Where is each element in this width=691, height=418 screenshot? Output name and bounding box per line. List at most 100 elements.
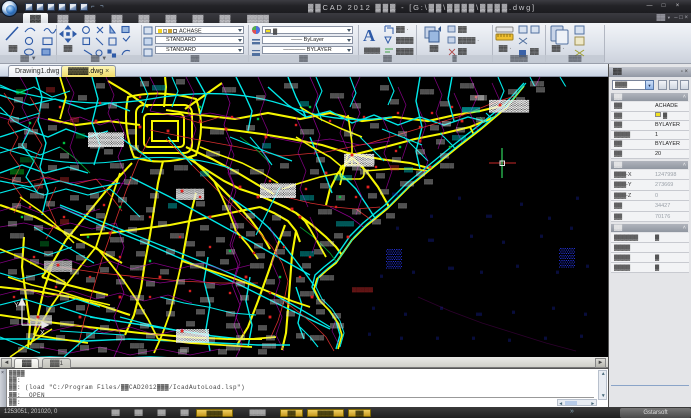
svg-text:▓▓▓: ▓▓▓ — [460, 82, 474, 89]
svg-text:▓▓▓: ▓▓▓ — [20, 156, 34, 163]
svg-text:▓▓: ▓▓ — [78, 94, 87, 101]
svg-text:▓▓▓: ▓▓▓ — [330, 92, 344, 99]
svg-text:▓▓: ▓▓ — [96, 224, 105, 231]
svg-text:▓▓▓: ▓▓▓ — [222, 86, 236, 93]
svg-text:▓▓: ▓▓ — [316, 156, 325, 163]
svg-text:▓▓: ▓▓ — [266, 334, 275, 341]
svg-text:▓▓▓: ▓▓▓ — [206, 150, 220, 157]
svg-text:▓▓: ▓▓ — [266, 278, 275, 285]
svg-text:▓▓: ▓▓ — [26, 274, 35, 281]
svg-text:▓▓▓: ▓▓▓ — [174, 164, 188, 171]
svg-text:▓▓: ▓▓ — [178, 348, 187, 355]
svg-text:▓▓▓: ▓▓▓ — [210, 128, 224, 135]
svg-text:▓▓: ▓▓ — [130, 144, 139, 151]
svg-text:▓▓: ▓▓ — [176, 334, 185, 341]
svg-text:▓▓: ▓▓ — [24, 214, 33, 221]
svg-text:▓▓: ▓▓ — [508, 88, 517, 95]
svg-text:▓▓: ▓▓ — [316, 308, 325, 315]
svg-text:▓▓▓: ▓▓▓ — [440, 162, 454, 169]
svg-text:▓▓: ▓▓ — [516, 96, 525, 103]
svg-text:▓▓: ▓▓ — [98, 346, 107, 353]
svg-text:▓▓: ▓▓ — [100, 324, 109, 331]
svg-text:▓▓: ▓▓ — [76, 242, 85, 249]
svg-text:▓▓▓: ▓▓▓ — [30, 342, 44, 349]
svg-text:▓▓: ▓▓ — [70, 164, 79, 171]
svg-text:▓▓: ▓▓ — [104, 148, 113, 155]
svg-text:▓▓: ▓▓ — [44, 250, 53, 257]
svg-text:▓▓▓: ▓▓▓ — [230, 222, 244, 229]
svg-text:▓▓: ▓▓ — [70, 268, 79, 275]
svg-text:▓▓▓: ▓▓▓ — [530, 80, 544, 87]
svg-text:▓▓: ▓▓ — [136, 250, 145, 257]
svg-text:▓▓▓: ▓▓▓ — [226, 344, 240, 351]
svg-text:▓▓: ▓▓ — [160, 268, 169, 275]
svg-text:▓▓: ▓▓ — [8, 268, 17, 275]
svg-text:▓▓: ▓▓ — [70, 194, 79, 201]
svg-text:▓▓: ▓▓ — [96, 82, 105, 89]
svg-text:▓▓▓: ▓▓▓ — [10, 232, 24, 239]
svg-text:▓▓: ▓▓ — [282, 230, 291, 237]
svg-text:▓▓▓: ▓▓▓ — [226, 322, 240, 329]
svg-text:▓▓: ▓▓ — [10, 116, 19, 123]
svg-text:▓▓: ▓▓ — [186, 240, 195, 247]
svg-text:▓▓▓: ▓▓▓ — [284, 82, 298, 89]
svg-text:▓▓: ▓▓ — [186, 320, 195, 327]
svg-text:▓▓: ▓▓ — [276, 248, 285, 255]
svg-text:▓▓▓: ▓▓▓ — [30, 315, 52, 325]
svg-text:▓▓: ▓▓ — [380, 84, 389, 91]
svg-text:▓▓: ▓▓ — [76, 254, 85, 261]
svg-text:▓▓: ▓▓ — [216, 236, 225, 243]
svg-text:▓▓: ▓▓ — [246, 230, 255, 237]
svg-text:▓▓: ▓▓ — [116, 278, 125, 285]
svg-text:▓▓▓: ▓▓▓ — [262, 342, 276, 349]
svg-text:▓▓: ▓▓ — [302, 262, 311, 269]
svg-text:▓▓▓: ▓▓▓ — [330, 322, 344, 329]
svg-text:▓▓: ▓▓ — [18, 142, 27, 149]
svg-text:▓▓: ▓▓ — [14, 96, 23, 103]
svg-text:X: X — [40, 330, 45, 337]
svg-text:▓▓: ▓▓ — [200, 170, 209, 177]
svg-text:▓▓: ▓▓ — [146, 280, 155, 287]
svg-text:▓▓: ▓▓ — [48, 164, 57, 171]
svg-text:▓▓: ▓▓ — [440, 100, 449, 107]
svg-text:▓▓: ▓▓ — [196, 200, 205, 207]
svg-text:▓▓: ▓▓ — [256, 94, 265, 101]
svg-text:▓▓: ▓▓ — [60, 294, 69, 301]
svg-text:▓▓▓▓: ▓▓▓▓ — [462, 106, 480, 113]
svg-text:▓▓: ▓▓ — [56, 334, 65, 341]
svg-text:▓▓▓: ▓▓▓ — [190, 262, 204, 269]
svg-text:▓▓: ▓▓ — [310, 168, 319, 175]
svg-text:▓▓: ▓▓ — [368, 192, 377, 199]
svg-text:▓▓: ▓▓ — [352, 102, 361, 109]
svg-text:▓▓▓: ▓▓▓ — [320, 240, 334, 247]
svg-text:▓▓▓: ▓▓▓ — [20, 288, 34, 295]
svg-text:▓▓▓: ▓▓▓ — [124, 178, 138, 185]
svg-text:▓▓: ▓▓ — [76, 304, 85, 311]
svg-text:▓▓: ▓▓ — [236, 280, 245, 287]
svg-text:▓▓: ▓▓ — [390, 164, 399, 171]
svg-text:▓▓▓: ▓▓▓ — [250, 168, 264, 175]
svg-text:▓▓▓▓: ▓▓▓▓ — [334, 174, 352, 181]
svg-text:▓▓: ▓▓ — [8, 220, 17, 227]
svg-text:▓▓: ▓▓ — [10, 318, 19, 325]
svg-text:▓▓: ▓▓ — [404, 166, 413, 173]
svg-text:▓▓▓: ▓▓▓ — [400, 180, 414, 187]
svg-text:▓▓: ▓▓ — [218, 348, 227, 355]
svg-text:▓▓▓: ▓▓▓ — [470, 94, 484, 101]
svg-text:▓▓▓: ▓▓▓ — [320, 274, 334, 281]
svg-text:▓▓: ▓▓ — [256, 252, 265, 259]
svg-text:▓▓▓: ▓▓▓ — [30, 192, 44, 199]
svg-text:▒: ▒ — [559, 247, 575, 268]
svg-text:▓▓▓: ▓▓▓ — [270, 298, 284, 305]
svg-text:▓▓: ▓▓ — [258, 324, 267, 331]
svg-text:▓▓: ▓▓ — [176, 278, 185, 285]
svg-text:▓▓: ▓▓ — [60, 152, 69, 159]
svg-text:▓▓: ▓▓ — [150, 192, 159, 199]
svg-text:▓▓: ▓▓ — [118, 196, 127, 203]
svg-text:▓▓: ▓▓ — [16, 88, 25, 95]
svg-text:▓▓: ▓▓ — [226, 310, 235, 317]
svg-text:▓▓: ▓▓ — [254, 242, 263, 249]
svg-text:▓▓: ▓▓ — [12, 176, 21, 183]
svg-text:▒: ▒ — [386, 248, 402, 269]
svg-text:▓▓▓: ▓▓▓ — [152, 84, 166, 91]
